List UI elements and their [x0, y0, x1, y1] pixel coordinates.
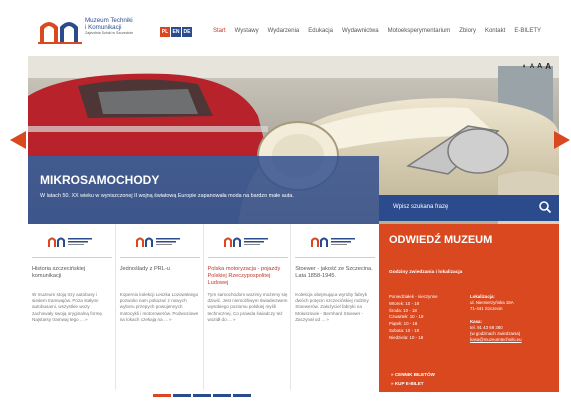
- font-size-small[interactable]: A: [530, 64, 534, 70]
- card-divider: [295, 257, 376, 258]
- pager-dot[interactable]: [233, 394, 251, 397]
- card-title[interactable]: Jednoślady z PRL-u: [120, 266, 200, 273]
- pager-dot[interactable]: [213, 394, 231, 397]
- card-museum-logo-icon: [135, 237, 180, 247]
- card-museum-logo-icon: [311, 237, 356, 247]
- search-input[interactable]: Wpisz szukana frazę: [393, 204, 448, 210]
- pager-dot[interactable]: [173, 394, 191, 397]
- logo-line-2: i Komunikacji: [85, 23, 122, 31]
- main-nav: Start Wystawy Wydarzenia Edukacja Wydawn…: [213, 28, 541, 34]
- hours-row: Wtorek: 10 - 18: [389, 300, 420, 306]
- nav-e-bilety[interactable]: E-BILETY: [514, 28, 541, 34]
- card-divider: [119, 257, 200, 258]
- hours-row: Poniedziałek - nieczynne: [389, 294, 438, 299]
- font-size-large[interactable]: A: [545, 62, 551, 71]
- opening-hours: Poniedziałek - nieczynne Wtorek: 10 - 18…: [389, 294, 469, 342]
- exhibition-card[interactable]: Stoewer - jakość ze Szczecina. Lata 1858…: [291, 224, 379, 390]
- card-title[interactable]: Polska motoryzacja - pojazdy Polskiej Rz…: [208, 266, 288, 287]
- nav-zbiory[interactable]: Zbiory: [459, 28, 476, 34]
- header: Muzeum Techniki i Komunikacji Zajezdnia …: [0, 0, 571, 56]
- accessibility-tools: ◐ A A A: [523, 62, 551, 71]
- exhibition-card[interactable]: Historia szczecińskiej komunikacji W muz…: [28, 224, 116, 390]
- nav-wystawy[interactable]: Wystawy: [235, 28, 259, 34]
- hours-row: Środa: 10 - 18: [389, 307, 417, 313]
- location-info: Lokalizacja: ul. Niemierzyńska 18A 71-44…: [470, 294, 554, 343]
- exhibition-card[interactable]: Jednoślady z PRL-u Kopernio kolekcji Les…: [115, 224, 204, 390]
- hero-caption[interactable]: MIKROSAMOCHODY W latach 50. XX wieku w w…: [28, 156, 379, 224]
- language-switcher: PL EN DE: [160, 27, 192, 37]
- card-text: Kolekcja obejmująca wyroby fabryk dwóch …: [295, 292, 369, 322]
- exhibition-cards: Historia szczecińskiej komunikacji W muz…: [28, 224, 379, 390]
- cards-pager: [153, 394, 251, 397]
- slider-next-arrow-icon[interactable]: [554, 131, 570, 149]
- hours-row: Sobota: 10 - 18: [389, 327, 420, 333]
- buy-e-ticket-link[interactable]: » KUP E-BILET: [391, 381, 424, 386]
- visit-title: ODWIEDŹ MUZEUM: [389, 234, 493, 246]
- logo-text: Muzeum Techniki i Komunikacji Zajezdnia …: [85, 17, 165, 36]
- hero-title[interactable]: MIKROSAMOCHODY: [40, 173, 159, 187]
- email-link[interactable]: kasa@muzeumtechniki.eu: [470, 337, 554, 343]
- hours-row: Niedziela: 10 - 18: [389, 334, 424, 340]
- card-museum-logo-icon: [48, 237, 92, 247]
- card-title[interactable]: Stoewer - jakość ze Szczecina. Lata 1858…: [295, 266, 375, 280]
- nav-start[interactable]: Start: [213, 28, 226, 34]
- lang-en[interactable]: EN: [171, 27, 181, 37]
- exhibition-card[interactable]: Polska motoryzacja - pojazdy Polskiej Rz…: [203, 224, 292, 390]
- card-text: Tym samochodom wozimy możemy się dziwić.…: [207, 292, 288, 322]
- slider-prev-arrow-icon[interactable]: [10, 131, 26, 149]
- nav-kontakt[interactable]: Kontakt: [485, 28, 505, 34]
- card-text: Kopernio kolekcji Leszka Lozowskiego poz…: [119, 292, 199, 322]
- museum-logo[interactable]: Muzeum Techniki i Komunikacji Zajezdnia …: [38, 15, 158, 49]
- museum-logo-icon: [38, 22, 82, 44]
- card-title[interactable]: Historia szczecińskiej komunikacji: [32, 266, 112, 280]
- ticket-prices-link[interactable]: » CENNIK BILETÓW: [391, 372, 435, 377]
- card-divider: [32, 257, 112, 258]
- search-icon[interactable]: [538, 200, 552, 214]
- lang-pl[interactable]: PL: [160, 27, 170, 37]
- card-divider: [207, 257, 288, 258]
- nav-wydawnictwa[interactable]: Wydawnictwa: [342, 28, 379, 34]
- card-museum-logo-icon: [223, 237, 268, 247]
- lang-de[interactable]: DE: [182, 27, 192, 37]
- font-size-medium[interactable]: A: [537, 63, 542, 70]
- nav-wydarzenia[interactable]: Wydarzenia: [268, 28, 300, 34]
- pager-dot[interactable]: [193, 394, 211, 397]
- logo-line-3: Zajezdnia Sztuki w Szczecinie: [85, 31, 134, 36]
- contrast-icon[interactable]: ◐: [523, 63, 527, 70]
- hero-text: W latach 50. XX wieku w wyniszczonej II …: [40, 193, 294, 199]
- hours-row: Czwartek: 10 - 18: [389, 314, 424, 320]
- search-bar[interactable]: Wpisz szukana frazę: [379, 195, 559, 221]
- nav-edukacja[interactable]: Edukacja: [308, 28, 333, 34]
- visit-subtitle: Godziny zwiedzania i lokalizacja: [389, 270, 463, 275]
- card-text: W muzeum stoją trzy autobusy i siedem tr…: [32, 292, 104, 322]
- nav-motoeksperymentarium[interactable]: Motoeksperymentarium: [388, 28, 451, 34]
- visit-museum-panel: ODWIEDŹ MUZEUM Godziny zwiedzania i loka…: [379, 224, 559, 392]
- pager-dot[interactable]: [153, 394, 171, 397]
- hours-row: Piątek: 10 - 18: [389, 321, 418, 327]
